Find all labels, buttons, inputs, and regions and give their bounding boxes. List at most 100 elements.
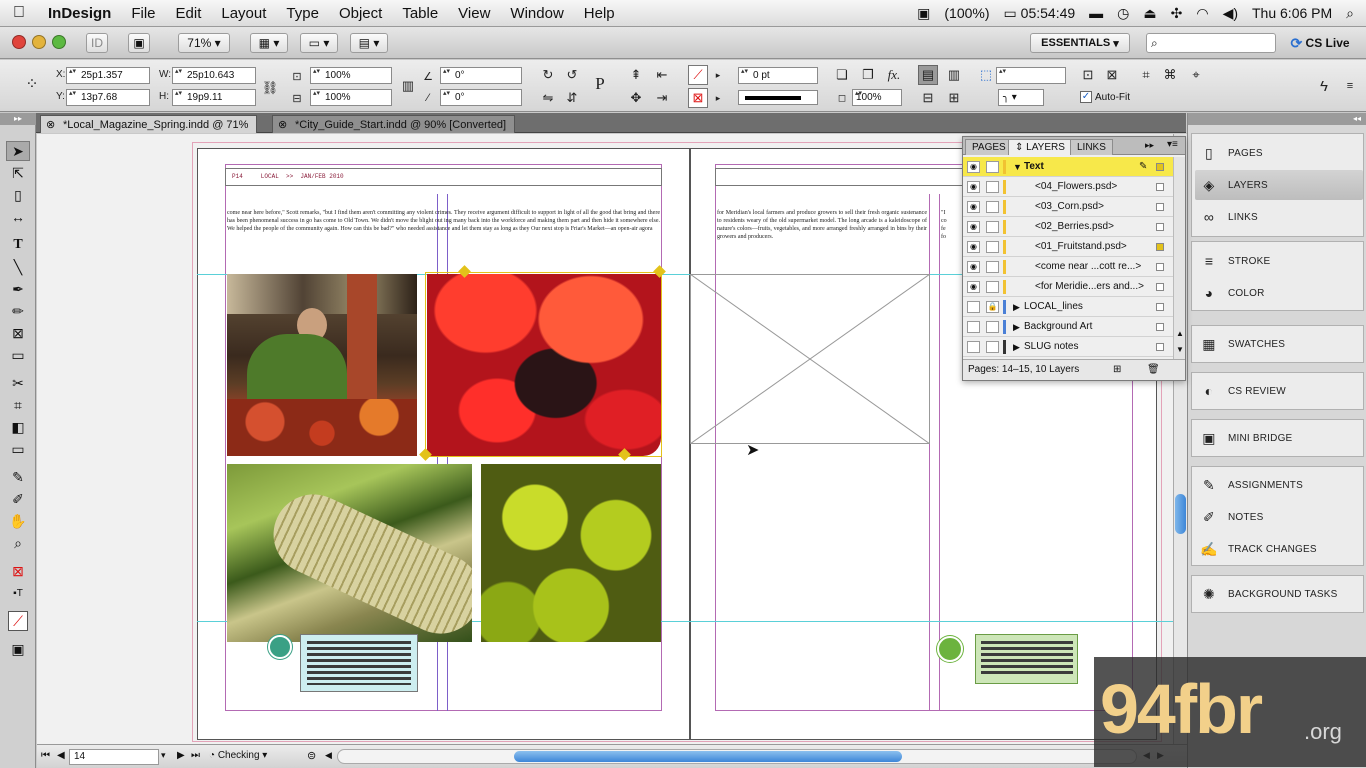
auto-fit-checkbox[interactable]: ✓ Auto-Fit bbox=[1080, 91, 1130, 103]
menu-app-name[interactable]: InDesign bbox=[38, 5, 121, 22]
time-machine-icon[interactable]: ◷ bbox=[1117, 5, 1129, 22]
spotlight-search-icon[interactable]: ⌕ bbox=[1346, 5, 1354, 22]
zoom-level-dropdown[interactable]: 71% ▾ bbox=[178, 33, 230, 53]
dock-background-tasks[interactable]: ✺ BACKGROUND TASKS bbox=[1198, 579, 1363, 609]
next-page-icon[interactable]: ▶ bbox=[177, 750, 185, 761]
scissors-tool-icon[interactable]: ✂ bbox=[6, 373, 30, 393]
bridge-icon[interactable]: ▣ bbox=[128, 33, 150, 53]
menu-file[interactable]: File bbox=[121, 5, 165, 22]
callout-badge-left[interactable] bbox=[268, 635, 292, 659]
panel-collapse-icon[interactable]: ▸▸ bbox=[1145, 140, 1154, 151]
align-bottom-icon[interactable]: ⊟ bbox=[918, 88, 938, 108]
layer-row[interactable]: ◉ <04_Flowers.psd> bbox=[963, 177, 1173, 197]
gap-tool-icon[interactable]: ↔ bbox=[6, 207, 30, 227]
body-text-left[interactable]: come near here before," Scott remarks, "… bbox=[227, 209, 660, 265]
lock-toggle[interactable] bbox=[986, 181, 999, 193]
visibility-eye-icon[interactable]: ◉ bbox=[967, 261, 980, 273]
page-number-field[interactable]: 14 bbox=[69, 749, 159, 765]
layers-scrollbar[interactable]: ▲ ▼ bbox=[1173, 157, 1185, 359]
visibility-eye-icon[interactable] bbox=[967, 341, 980, 353]
lock-toggle[interactable] bbox=[986, 161, 999, 173]
select-content-icon[interactable]: ✥ bbox=[626, 88, 646, 108]
id-logo-icon[interactable]: ID bbox=[86, 33, 108, 53]
screen-mode-dropdown[interactable]: ▭ ▾ bbox=[300, 33, 338, 53]
eject-icon[interactable]: ⏏ bbox=[1143, 5, 1156, 22]
gradient-swatch-tool-icon[interactable]: ◧ bbox=[6, 417, 30, 437]
screen-icon[interactable]: ▣ bbox=[917, 5, 930, 22]
pen-tool-icon[interactable]: ✒ bbox=[6, 279, 30, 299]
rectangle-tool-icon[interactable]: ▭ bbox=[6, 345, 30, 365]
tab-local-magazine[interactable]: ⊗ *Local_Magazine_Spring.indd @ 71% bbox=[40, 115, 258, 134]
pencil-tool-icon[interactable]: ✏ bbox=[6, 301, 30, 321]
select-item-square[interactable] bbox=[1156, 223, 1164, 231]
dock-swatches[interactable]: ▦ SWATCHES bbox=[1198, 329, 1363, 359]
selection-tool-icon[interactable]: ➤ bbox=[6, 141, 30, 161]
visibility-eye-icon[interactable]: ◉ bbox=[967, 161, 980, 173]
select-item-square[interactable] bbox=[1156, 343, 1164, 351]
layer-row[interactable]: ▶ Background Art bbox=[963, 317, 1173, 337]
panel-menu-icon[interactable]: ▾≡ bbox=[1167, 139, 1178, 150]
horizontal-scroll-thumb[interactable] bbox=[514, 751, 902, 762]
body-text-right[interactable]: for Meridian's local farmers and produce… bbox=[717, 209, 927, 265]
close-tab-icon[interactable]: ⊗ bbox=[46, 116, 55, 134]
constrain-proportions-icon[interactable]: ⛓ bbox=[260, 78, 280, 98]
open-file-icon[interactable]: ⊜ bbox=[307, 749, 316, 762]
dock-stroke[interactable]: ≡ STROKE bbox=[1198, 246, 1363, 276]
fitting-frame-icon[interactable]: ⬚ bbox=[976, 65, 996, 85]
scroll-left-icon[interactable]: ◀ bbox=[325, 750, 332, 761]
visibility-eye-icon[interactable]: ◉ bbox=[967, 181, 980, 193]
select-item-square[interactable] bbox=[1156, 183, 1164, 191]
lock-toggle[interactable] bbox=[986, 281, 999, 293]
reference-p-icon[interactable]: P bbox=[590, 74, 610, 94]
scale-x-field[interactable]: 100% bbox=[310, 67, 392, 84]
corn-image[interactable] bbox=[227, 464, 472, 642]
select-item-square[interactable] bbox=[1156, 163, 1164, 171]
hand-tool-icon[interactable]: ✋ bbox=[6, 511, 30, 531]
select-previous-icon[interactable]: ⇤ bbox=[652, 65, 672, 85]
apply-none-icon[interactable]: ⟋ bbox=[8, 611, 28, 631]
distribute-icon[interactable]: ⊞ bbox=[944, 88, 964, 108]
previous-page-icon[interactable]: ◀ bbox=[57, 750, 65, 761]
close-tab-icon[interactable]: ⊗ bbox=[278, 116, 287, 134]
callout-box-right[interactable] bbox=[975, 634, 1078, 684]
type-tool-icon[interactable]: T bbox=[6, 235, 30, 255]
lock-toggle[interactable] bbox=[986, 241, 999, 253]
layer-row[interactable]: ▶ SLUG notes bbox=[963, 337, 1173, 357]
scroll-up-icon[interactable]: ▲ bbox=[1176, 329, 1184, 338]
select-next-icon[interactable]: ⇥ bbox=[652, 88, 672, 108]
timer-readout[interactable]: ▭ 05:54:49 bbox=[1004, 5, 1076, 22]
center-content-icon[interactable]: ⌖ bbox=[1186, 65, 1206, 85]
menu-edit[interactable]: Edit bbox=[166, 5, 212, 22]
page-tool-icon[interactable]: ▯ bbox=[6, 185, 30, 205]
fit-content-to-frame-icon[interactable]: ⌘ bbox=[1160, 65, 1180, 85]
clock[interactable]: Thu 6:06 PM bbox=[1252, 5, 1332, 21]
opacity-field[interactable]: 100% bbox=[852, 89, 902, 106]
tab-layers[interactable]: ⇕ LAYERS bbox=[1008, 139, 1072, 155]
first-page-icon[interactable]: ⏮ bbox=[41, 750, 50, 761]
arrange-documents-dropdown[interactable]: ▤ ▾ bbox=[350, 33, 388, 53]
visibility-eye-icon[interactable]: ◉ bbox=[967, 221, 980, 233]
flip-horizontal-icon[interactable]: ⇋ bbox=[538, 88, 558, 108]
align-middle-icon[interactable]: ▥ bbox=[944, 65, 964, 85]
lock-toggle[interactable] bbox=[986, 341, 999, 353]
folio-frame[interactable]: P14 LOCAL >> JAN/FEB 2010 bbox=[225, 168, 662, 186]
last-page-icon[interactable]: ⏭ bbox=[191, 750, 200, 761]
fitting-field[interactable] bbox=[996, 67, 1066, 84]
gradient-feather-tool-icon[interactable]: ▭ bbox=[6, 439, 30, 459]
x-position-field[interactable]: 25p1.357 bbox=[66, 67, 150, 84]
dock-track-changes[interactable]: ✍ TRACK CHANGES bbox=[1198, 534, 1363, 564]
bluetooth-icon[interactable]: ✣ bbox=[1171, 5, 1183, 22]
layer-row[interactable]: ◉ <come near ...cott re...> bbox=[963, 257, 1173, 277]
constrain-scale-icon[interactable]: ▥ bbox=[398, 76, 418, 96]
dock-layers[interactable]: ◈ LAYERS bbox=[1195, 170, 1363, 200]
select-container-icon[interactable]: ⇞ bbox=[626, 65, 646, 85]
fx-icon[interactable]: fx. bbox=[884, 65, 904, 85]
dock-notes[interactable]: ✐ NOTES bbox=[1198, 502, 1363, 532]
tab-links[interactable]: LINKS bbox=[1070, 139, 1113, 155]
control-panel-menu-icon[interactable]: ≡ bbox=[1340, 76, 1360, 96]
dock-cs-review[interactable]: ◐ CS REVIEW bbox=[1198, 376, 1363, 406]
callout-badge-right[interactable] bbox=[937, 636, 963, 662]
preflight-status[interactable]: ◔ Checking ▾ bbox=[209, 749, 299, 765]
layer-row[interactable]: ◉ <03_Corn.psd> bbox=[963, 197, 1173, 217]
menu-type[interactable]: Type bbox=[276, 5, 329, 22]
